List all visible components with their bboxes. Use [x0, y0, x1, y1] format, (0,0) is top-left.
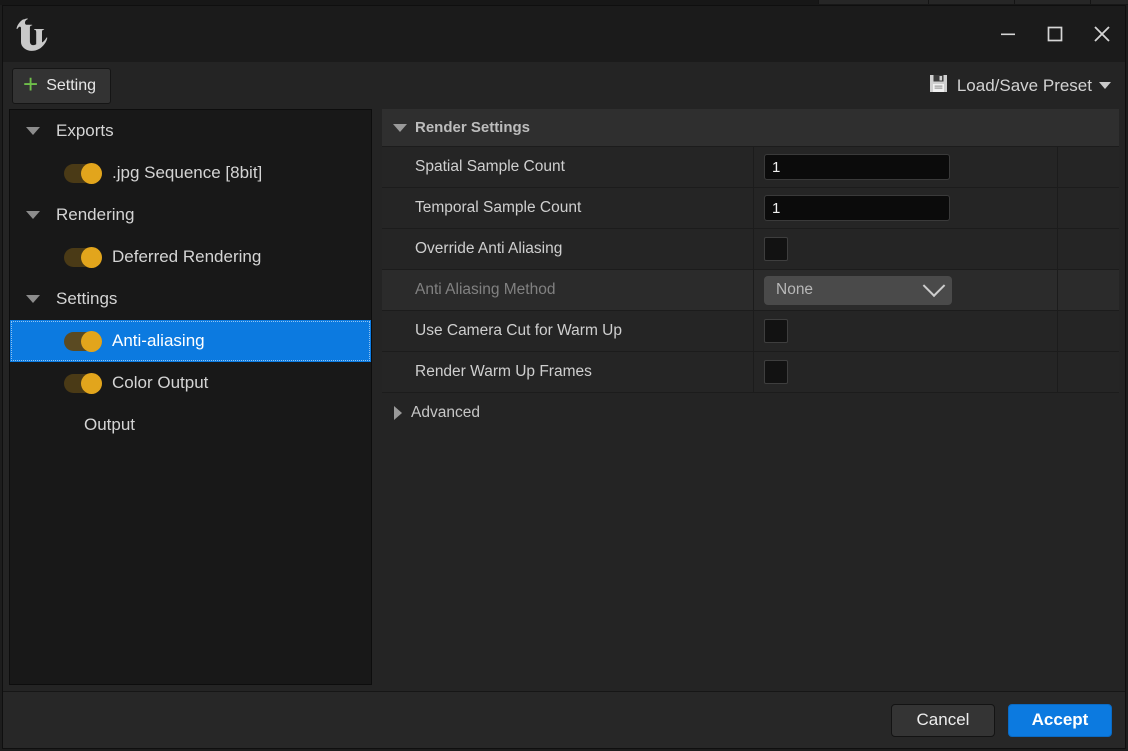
property-label: Render Warm Up Frames [382, 352, 754, 392]
expander-down-icon[interactable] [20, 211, 46, 219]
tree-item-label: Output [84, 415, 136, 434]
property-label: Temporal Sample Count [382, 188, 754, 228]
property-value [754, 229, 1058, 269]
tree-item-label: Anti-aliasing [112, 331, 205, 350]
details-empty-area [382, 433, 1119, 685]
unreal-engine-logo-icon [12, 12, 52, 56]
enable-toggle[interactable] [64, 246, 102, 268]
property-row-render-warm-up-frames: Render Warm Up Frames [382, 352, 1119, 393]
temporal-sample-count-input[interactable] [764, 195, 950, 221]
property-value [754, 188, 1058, 228]
maximize-icon [1047, 26, 1062, 42]
property-row-use-camera-cut-for-warm-up: Use Camera Cut for Warm Up [382, 311, 1119, 352]
tree-item-label: .jpg Sequence [8bit] [112, 163, 263, 182]
close-button[interactable] [1078, 6, 1125, 62]
toolbar: + Setting Load/Save Preset [3, 62, 1125, 109]
tree-item-jpg-sequence[interactable]: .jpg Sequence [8bit] [10, 152, 371, 194]
tree-item-color-output[interactable]: Color Output [10, 362, 371, 404]
tree-item-label: Color Output [112, 373, 209, 392]
accept-label: Accept [1031, 710, 1089, 729]
settings-dialog-window: + Setting Load/Save Preset Exports .jpg … [2, 5, 1126, 749]
accept-button[interactable]: Accept [1008, 703, 1112, 737]
property-row-override-anti-aliasing: Override Anti Aliasing [382, 229, 1119, 270]
property-reset-column [1058, 147, 1119, 187]
expander-down-icon[interactable] [20, 127, 46, 135]
dialog-body: Exports .jpg Sequence [8bit] Rendering D… [3, 109, 1125, 691]
tree-item-output[interactable]: Output [10, 404, 371, 446]
tree-item-anti-aliasing[interactable]: Anti-aliasing [10, 320, 371, 362]
property-value [754, 352, 1058, 392]
panel-splitter[interactable] [372, 109, 382, 691]
spatial-sample-count-input[interactable] [764, 154, 950, 180]
property-reset-column [1058, 229, 1119, 269]
cancel-button[interactable]: Cancel [891, 703, 995, 737]
floppy-disk-icon [929, 74, 948, 98]
title-bar [3, 6, 1125, 62]
property-reset-column [1058, 270, 1119, 310]
expander-down-icon[interactable] [20, 295, 46, 303]
backdrop-tabs [818, 0, 1128, 4]
property-row-spatial-sample-count: Spatial Sample Count [382, 147, 1119, 188]
plus-icon: + [23, 69, 39, 99]
property-label: Spatial Sample Count [382, 147, 754, 187]
tree-item-label: Settings [56, 289, 118, 308]
enable-toggle[interactable] [64, 372, 102, 394]
minimize-icon [1000, 33, 1015, 36]
enable-toggle[interactable] [64, 330, 102, 352]
property-value: None [754, 270, 1058, 310]
anti-aliasing-method-dropdown[interactable]: None [764, 274, 952, 305]
property-label: Override Anti Aliasing [382, 229, 754, 269]
add-setting-button[interactable]: + Setting [12, 67, 111, 104]
advanced-section-toggle[interactable]: Advanced [382, 393, 1119, 433]
category-header-render-settings[interactable]: Render Settings [382, 109, 1119, 147]
dropdown-selected-value: None [776, 281, 814, 298]
render-warm-up-frames-checkbox[interactable] [764, 360, 788, 384]
property-row-temporal-sample-count: Temporal Sample Count [382, 188, 1119, 229]
window-controls [984, 6, 1125, 62]
chevron-down-icon [1099, 82, 1111, 89]
load-save-preset-label: Load/Save Preset [956, 75, 1092, 95]
property-value [754, 311, 1058, 351]
minimize-button[interactable] [984, 6, 1031, 62]
cancel-label: Cancel [916, 710, 970, 729]
chevron-down-icon [922, 274, 946, 298]
tree-group-settings[interactable]: Settings [10, 278, 371, 320]
tree-item-label: Deferred Rendering [112, 247, 262, 266]
dialog-footer: Cancel Accept [3, 691, 1125, 748]
close-icon [1093, 26, 1110, 42]
expander-right-icon [394, 406, 402, 420]
tree-group-exports[interactable]: Exports [10, 110, 371, 152]
load-save-preset-button[interactable]: Load/Save Preset [923, 70, 1117, 102]
property-label: Use Camera Cut for Warm Up [382, 311, 754, 351]
property-reset-column [1058, 352, 1119, 392]
enable-toggle[interactable] [64, 162, 102, 184]
maximize-button[interactable] [1031, 6, 1078, 62]
tree-group-rendering[interactable]: Rendering [10, 194, 371, 236]
property-reset-column [1058, 188, 1119, 228]
tree-item-deferred-rendering[interactable]: Deferred Rendering [10, 236, 371, 278]
tree-item-label: Exports [56, 121, 114, 140]
expander-down-icon [393, 123, 407, 132]
override-anti-aliasing-checkbox[interactable] [764, 237, 788, 261]
details-panel: Render Settings Spatial Sample Count Tem… [382, 109, 1119, 685]
use-camera-cut-for-warm-up-checkbox[interactable] [764, 319, 788, 343]
settings-tree-panel: Exports .jpg Sequence [8bit] Rendering D… [9, 109, 372, 685]
add-setting-label: Setting [46, 76, 96, 94]
category-title: Render Settings [415, 119, 531, 136]
property-reset-column [1058, 311, 1119, 351]
property-row-anti-aliasing-method: Anti Aliasing Method None [382, 270, 1119, 311]
property-label: Anti Aliasing Method [382, 270, 754, 310]
property-value [754, 147, 1058, 187]
tree-item-label: Rendering [56, 205, 135, 224]
advanced-label: Advanced [411, 404, 480, 421]
